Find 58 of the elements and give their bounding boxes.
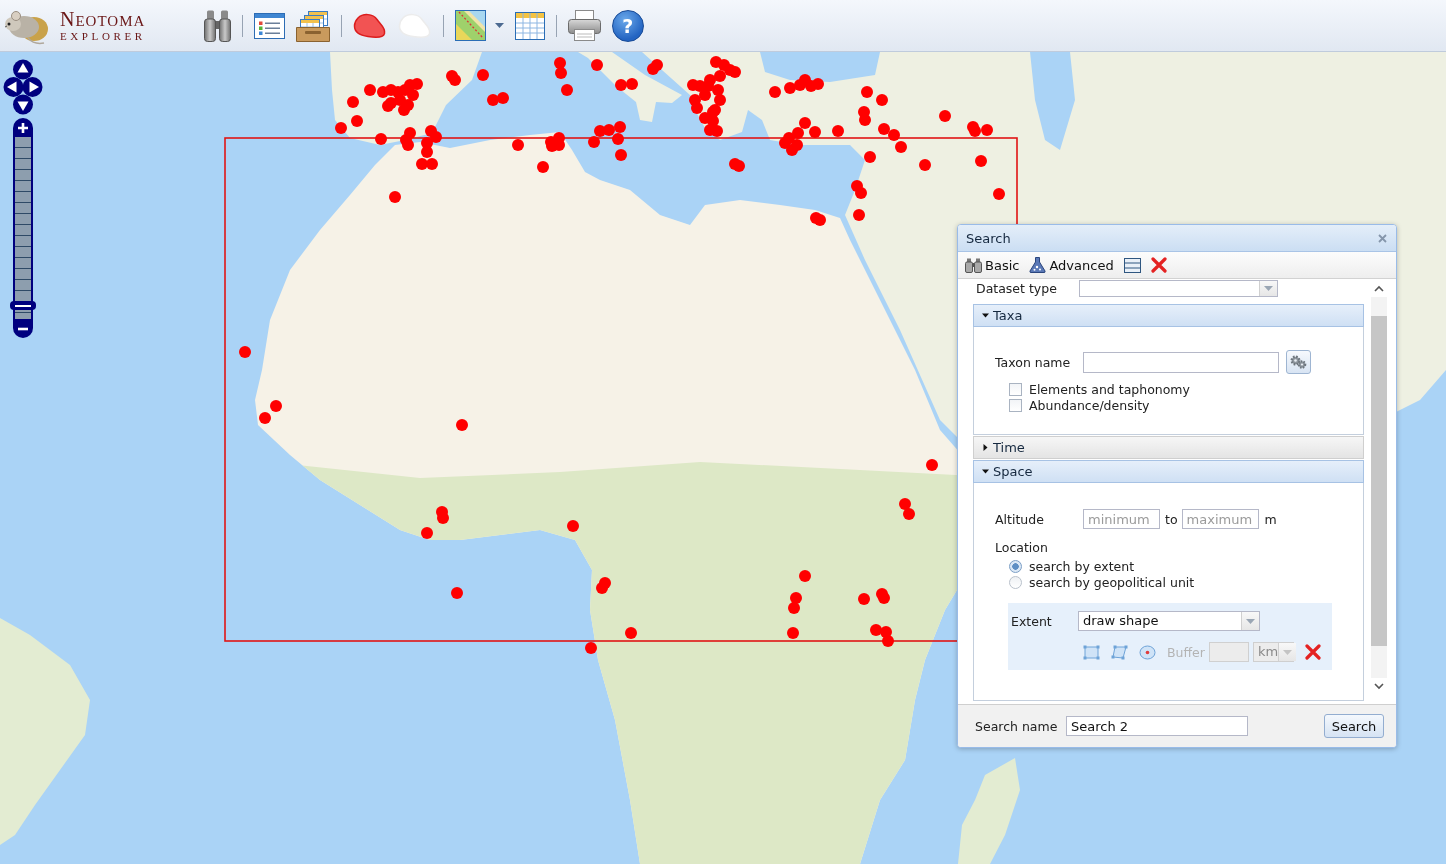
radio-button[interactable] bbox=[1009, 559, 1022, 573]
radio-button[interactable] bbox=[1009, 575, 1022, 589]
option-label: Abundance/density bbox=[1029, 397, 1150, 413]
altitude-min-input[interactable]: minimum bbox=[1083, 509, 1160, 529]
field-label: Search name bbox=[975, 718, 1059, 734]
field-label: Dataset type bbox=[975, 281, 1058, 296]
map-icon[interactable] bbox=[454, 10, 486, 41]
field-label: Taxon name bbox=[995, 354, 1072, 370]
list-window-icon[interactable] bbox=[253, 12, 285, 39]
extent-dropdown[interactable]: draw shape bbox=[1078, 611, 1260, 631]
blob-shape-icon[interactable] bbox=[352, 11, 387, 40]
search-button[interactable]: Search bbox=[1324, 714, 1384, 738]
caret-icon[interactable] bbox=[494, 23, 504, 28]
checkbox[interactable] bbox=[1009, 382, 1022, 396]
section-header[interactable]: Taxa bbox=[973, 304, 1364, 327]
binoculars-icon[interactable] bbox=[965, 257, 982, 273]
pan-down-icon[interactable] bbox=[13, 94, 33, 115]
field-label: Extent bbox=[1011, 613, 1053, 629]
advanced-button[interactable]: Advanced bbox=[1029, 257, 1114, 273]
pan-right-icon[interactable] bbox=[22, 77, 43, 97]
buffer-label: Buffer bbox=[1167, 644, 1205, 660]
caret-down-icon[interactable] bbox=[982, 468, 989, 475]
option-label: search by geopolitical unit bbox=[1029, 574, 1195, 590]
field-label: Altitude bbox=[995, 511, 1045, 527]
logo-subtitle: EXPLORER bbox=[60, 30, 146, 42]
plus-icon[interactable] bbox=[17, 121, 29, 134]
unit-label: m bbox=[1264, 511, 1277, 527]
zoom-slider-thumb[interactable] bbox=[10, 301, 36, 311]
gears-icon[interactable] bbox=[1290, 355, 1307, 369]
card-tray-icon[interactable] bbox=[295, 9, 330, 42]
search-name-input[interactable]: Search 2 bbox=[1066, 716, 1248, 736]
table-icon[interactable] bbox=[514, 11, 545, 40]
basic-button[interactable]: Basic bbox=[965, 257, 1020, 273]
pan-up-icon[interactable] bbox=[13, 59, 33, 80]
print-icon[interactable] bbox=[567, 10, 601, 41]
pan-left-icon[interactable] bbox=[3, 77, 24, 97]
option-label: Elements and taphonomy bbox=[1029, 381, 1190, 397]
rows-icon[interactable] bbox=[1123, 257, 1141, 273]
section-header[interactable]: Space bbox=[973, 460, 1364, 483]
circle-draw-icon[interactable] bbox=[1139, 644, 1156, 660]
x-icon[interactable] bbox=[1304, 644, 1321, 660]
caret-right-icon[interactable] bbox=[982, 444, 989, 451]
settings-button[interactable] bbox=[1286, 350, 1311, 374]
separator-text: to bbox=[1165, 511, 1178, 527]
flask-icon[interactable] bbox=[1029, 257, 1047, 273]
binoculars-icon[interactable] bbox=[203, 9, 231, 42]
checkbox[interactable] bbox=[1009, 398, 1022, 412]
logo-title: NEOTOMA bbox=[60, 11, 146, 30]
section-header[interactable]: Time bbox=[973, 436, 1364, 459]
caret-down-icon[interactable] bbox=[982, 312, 989, 319]
taxon-name-input[interactable] bbox=[1083, 351, 1279, 373]
window-title: Search bbox=[966, 230, 1011, 246]
option-label: search by extent bbox=[1029, 558, 1135, 574]
field-label: Location bbox=[995, 540, 1049, 555]
x-icon[interactable] bbox=[1150, 257, 1167, 273]
zoom-in-button[interactable] bbox=[13, 118, 33, 137]
altitude-max-input[interactable]: maximum bbox=[1181, 509, 1259, 529]
minus-icon[interactable] bbox=[17, 326, 29, 331]
